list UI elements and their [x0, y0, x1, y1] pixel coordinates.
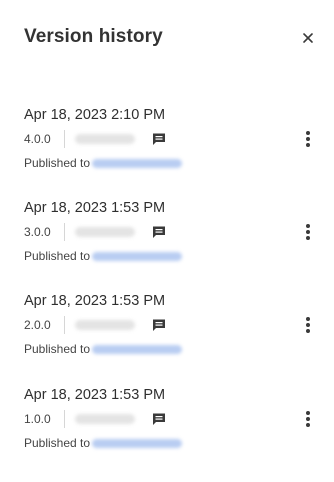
entry-date: Apr 18, 2023 1:53 PM: [24, 293, 166, 309]
kebab-dot: [306, 131, 310, 135]
kebab-dot: [306, 236, 310, 240]
entry-meta: 4.0.0: [24, 130, 167, 148]
entry-version: 3.0.0: [24, 225, 51, 239]
more-options-button[interactable]: [300, 221, 316, 243]
published-target-link-redacted[interactable]: [92, 344, 183, 354]
version-history-panel: Version history Apr 18, 2023 2:10 PM 4.0…: [0, 0, 334, 482]
comment-icon[interactable]: [151, 224, 167, 240]
entry-meta: 3.0.0: [24, 223, 167, 241]
entry-published: Published to: [24, 435, 183, 451]
more-options-button[interactable]: [300, 314, 316, 336]
kebab-dot: [306, 230, 310, 234]
published-label: Published to: [24, 342, 91, 356]
author-name-redacted: [75, 320, 135, 330]
entry-date: Apr 18, 2023 1:53 PM: [24, 387, 166, 403]
version-entry: Apr 18, 2023 1:53 PM 2.0.0 Published to: [24, 293, 324, 365]
kebab-dot: [306, 224, 310, 228]
published-target-link-redacted[interactable]: [92, 438, 183, 448]
more-options-button[interactable]: [300, 408, 316, 430]
published-target-link-redacted[interactable]: [92, 158, 183, 168]
comment-icon[interactable]: [151, 131, 167, 147]
author-name-redacted: [75, 227, 135, 237]
meta-divider: [64, 316, 65, 334]
published-label: Published to: [24, 249, 91, 263]
meta-divider: [64, 130, 65, 148]
entry-meta: 2.0.0: [24, 316, 167, 334]
kebab-dot: [306, 423, 310, 427]
panel-title: Version history: [24, 26, 163, 47]
comment-icon[interactable]: [151, 317, 167, 333]
kebab-dot: [306, 317, 310, 321]
entry-version: 1.0.0: [24, 412, 51, 426]
published-label: Published to: [24, 156, 91, 170]
kebab-dot: [306, 329, 310, 333]
entry-version: 4.0.0: [24, 132, 51, 146]
entry-version: 2.0.0: [24, 318, 51, 332]
author-name-redacted: [75, 134, 135, 144]
published-label: Published to: [24, 436, 91, 450]
meta-divider: [64, 223, 65, 241]
author-name-redacted: [75, 414, 135, 424]
entry-published: Published to: [24, 248, 183, 264]
close-button[interactable]: [298, 28, 318, 48]
close-icon: [303, 33, 313, 43]
kebab-dot: [306, 143, 310, 147]
entry-meta: 1.0.0: [24, 410, 167, 428]
kebab-dot: [306, 137, 310, 141]
kebab-dot: [306, 411, 310, 415]
more-options-button[interactable]: [300, 128, 316, 150]
version-entry: Apr 18, 2023 1:53 PM 1.0.0 Published to: [24, 387, 324, 459]
version-entry: Apr 18, 2023 2:10 PM 4.0.0 Published to: [24, 107, 324, 179]
kebab-dot: [306, 323, 310, 327]
published-target-link-redacted[interactable]: [92, 251, 183, 261]
entry-published: Published to: [24, 341, 183, 357]
entry-date: Apr 18, 2023 1:53 PM: [24, 200, 166, 216]
entry-published: Published to: [24, 155, 183, 171]
kebab-dot: [306, 417, 310, 421]
entry-date: Apr 18, 2023 2:10 PM: [24, 107, 166, 123]
version-entry: Apr 18, 2023 1:53 PM 3.0.0 Published to: [24, 200, 324, 272]
meta-divider: [64, 410, 65, 428]
comment-icon[interactable]: [151, 411, 167, 427]
